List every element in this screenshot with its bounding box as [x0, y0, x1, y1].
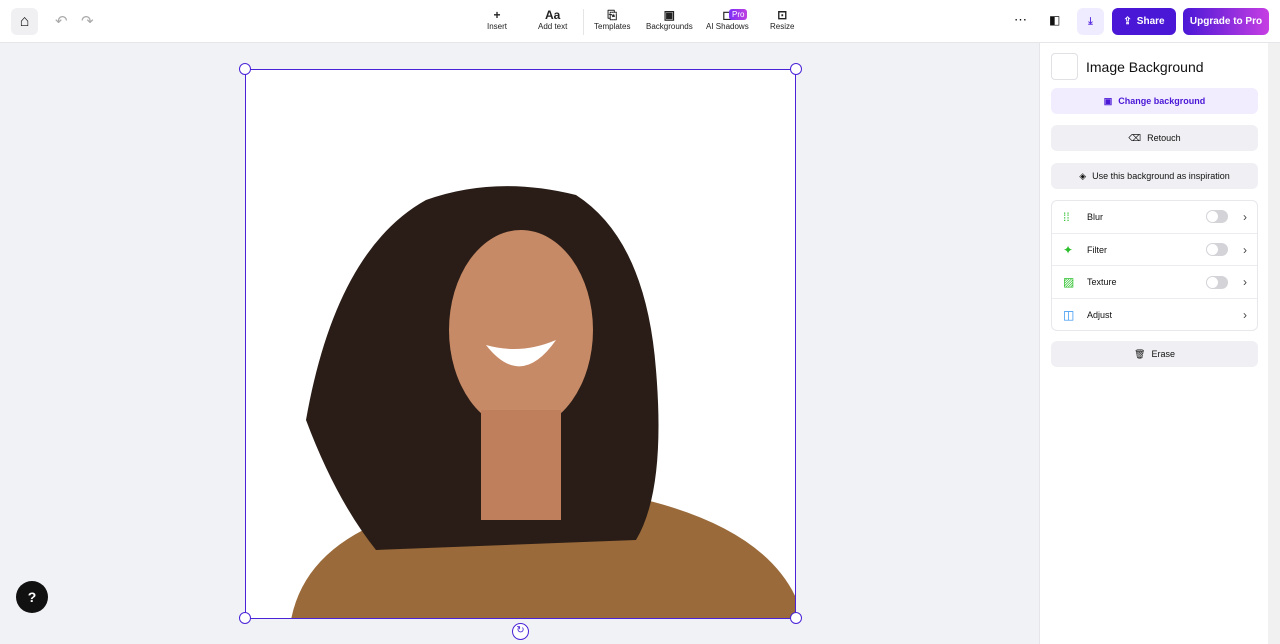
home-icon: ⌂: [19, 12, 30, 30]
change-background-button[interactable]: ▣ Change background: [1051, 88, 1258, 114]
chevron-right-icon: ›: [1243, 308, 1247, 323]
rotate-handle[interactable]: ↻: [512, 623, 529, 640]
templates-icon: ⎘: [607, 8, 618, 22]
pro-badge: Pro: [729, 9, 748, 20]
undo-icon[interactable]: ↶: [55, 12, 68, 30]
texture-icon: ▨: [1063, 275, 1075, 290]
adjust-option[interactable]: ◫ Adjust ›: [1052, 299, 1257, 332]
blur-toggle[interactable]: [1206, 210, 1228, 224]
backgrounds-icon: ▣: [663, 8, 676, 22]
blur-icon: ⁞⁞: [1063, 209, 1070, 224]
eraser-sparkle-icon: ⌫: [1128, 132, 1142, 143]
more-icon[interactable]: ⋯: [1014, 12, 1027, 28]
filter-toggle[interactable]: [1206, 243, 1228, 257]
download-button[interactable]: ⤓: [1077, 8, 1104, 35]
top-toolbar: ⌂ ↶ ↷ + Insert Aa Add text ⎘ Templates ▣ Bac…: [0, 0, 1280, 43]
resize-button[interactable]: ⊡ Resize: [770, 8, 794, 31]
background-swatch[interactable]: [1051, 53, 1078, 80]
chevron-right-icon: ›: [1243, 242, 1247, 257]
backgrounds-button[interactable]: ▣ Backgrounds: [646, 8, 693, 31]
rotate-icon: ↻: [516, 625, 525, 636]
resize-icon: ⊡: [777, 8, 788, 22]
scrollbar[interactable]: [1268, 43, 1280, 644]
chevron-right-icon: ›: [1243, 209, 1247, 224]
resize-handle[interactable]: [239, 63, 251, 75]
resize-handle[interactable]: [239, 612, 251, 624]
text-icon: Aa: [545, 8, 561, 22]
retouch-button[interactable]: ⌫ Retouch: [1051, 125, 1258, 151]
image-icon: ▣: [1103, 95, 1113, 106]
redo-icon[interactable]: ↷: [81, 12, 94, 30]
curve-icon: ◫: [1063, 308, 1075, 323]
panel-toggle-icon[interactable]: ◧: [1049, 13, 1060, 27]
inspiration-button[interactable]: ◈ Use this background as inspiration: [1051, 163, 1258, 189]
image-canvas[interactable]: [245, 69, 796, 619]
help-icon: ?: [27, 589, 37, 605]
home-button[interactable]: ⌂: [11, 8, 38, 35]
divider: [583, 9, 584, 35]
download-icon: ⤓: [1088, 16, 1093, 27]
templates-button[interactable]: ⎘ Templates: [594, 8, 630, 31]
adjustments-list: ⁞⁞ Blur › ✦ Filter › ▨ Texture › ◫ Adjust ›: [1051, 200, 1258, 331]
panel-title: Image Background: [1086, 59, 1204, 75]
share-button[interactable]: ⇪ Share: [1112, 8, 1176, 35]
upgrade-button[interactable]: Upgrade to Pro: [1183, 8, 1269, 35]
sparkle-icon: ✦: [1063, 242, 1074, 257]
texture-toggle[interactable]: [1206, 275, 1228, 289]
chevron-right-icon: ›: [1243, 275, 1247, 290]
erase-button[interactable]: 🗑 Erase: [1051, 341, 1258, 367]
side-panel: Image Background ▣ Change background ⌫ Ret…: [1039, 43, 1268, 644]
portrait-photo: [291, 186, 795, 618]
trash-icon: 🗑: [1134, 348, 1146, 359]
layers-icon: ◈: [1079, 170, 1087, 181]
blur-option[interactable]: ⁞⁞ Blur ›: [1052, 201, 1257, 234]
share-icon: ⇪: [1123, 16, 1132, 27]
resize-handle[interactable]: [790, 63, 802, 75]
texture-option[interactable]: ▨ Texture ›: [1052, 266, 1257, 300]
add-text-button[interactable]: Aa Add text: [538, 8, 567, 31]
help-button[interactable]: ?: [16, 581, 48, 613]
insert-button[interactable]: + Insert: [487, 8, 507, 31]
filter-option[interactable]: ✦ Filter ›: [1052, 234, 1257, 267]
plus-icon: +: [493, 8, 501, 22]
resize-handle[interactable]: [790, 612, 802, 624]
